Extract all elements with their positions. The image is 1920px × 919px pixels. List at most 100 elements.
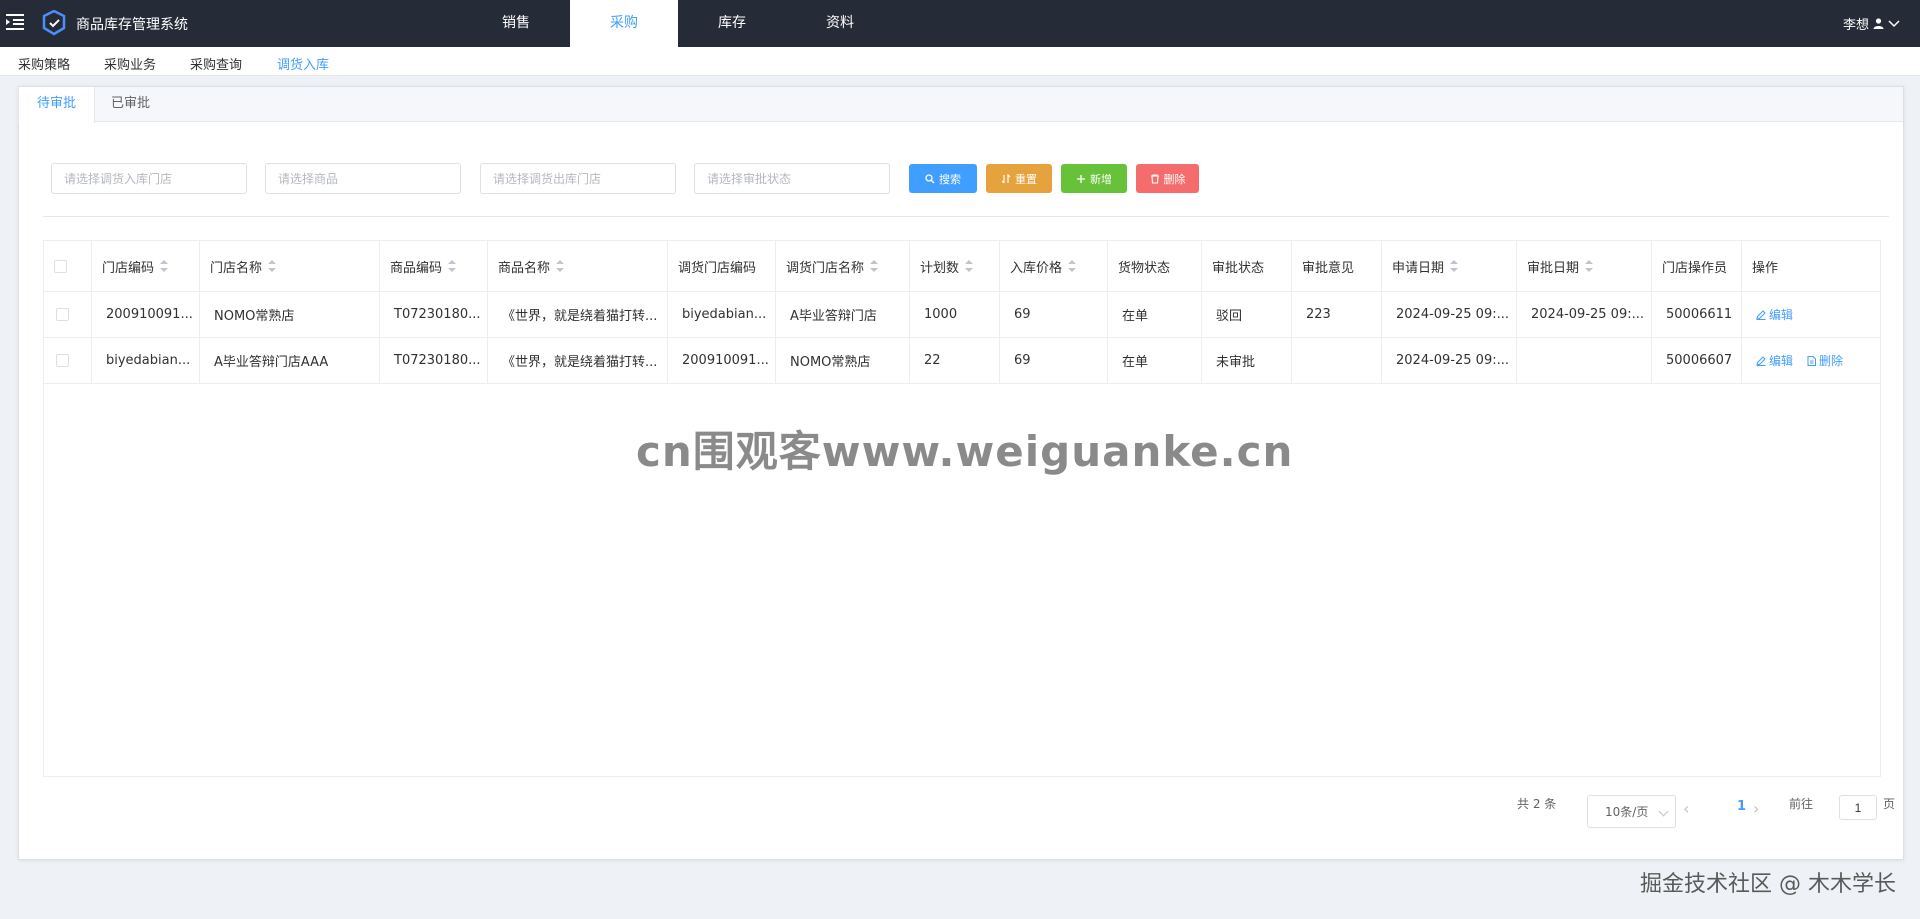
goto-label: 前往	[1789, 797, 1814, 811]
col-apply-date[interactable]: 申请日期	[1382, 241, 1517, 291]
subnav-purchase-strategy[interactable]: 采购策略	[18, 54, 70, 73]
cell-product-code: T07230180...	[380, 292, 488, 337]
sub-nav: 采购策略 采购业务 采购查询 调货入库	[0, 47, 1920, 76]
col-product-name[interactable]: 商品名称	[488, 241, 668, 291]
menu-fold-icon[interactable]	[6, 12, 24, 32]
col-goods-status-label: 货物状态	[1118, 260, 1171, 276]
add-button-label: 新增	[1090, 173, 1112, 186]
subnav-purchase-query[interactable]: 采购查询	[190, 54, 242, 73]
approval-tabs: 待审批 已审批	[18, 87, 1903, 123]
sort-icon[interactable]	[965, 260, 974, 272]
user-name: 李想	[1842, 18, 1869, 33]
tab-approved[interactable]: 已审批	[93, 87, 168, 123]
col-transfer-store-code: 调货门店编码	[668, 241, 776, 291]
select-all-cell	[44, 241, 92, 291]
watermark: cn围观客www.weiguanke.cn	[636, 427, 1294, 476]
cell-store-name: NOMO常熟店	[200, 292, 380, 337]
col-in-price[interactable]: 入库价格	[1000, 241, 1108, 291]
col-store-code[interactable]: 门店编码	[92, 241, 200, 291]
col-transfer-store-name[interactable]: 调货门店名称	[776, 241, 910, 291]
reset-button[interactable]: 重置	[986, 164, 1052, 193]
cell-product-name: 《世界，就是绕着猫打转...	[488, 338, 668, 383]
delete-link[interactable]: 删除	[1807, 352, 1843, 369]
nav-sales[interactable]: 销售	[462, 0, 570, 47]
delete-button-label: 删除	[1163, 173, 1186, 186]
col-product-code-label: 商品编码	[390, 260, 443, 276]
cell-apply-date: 2024-09-25 09:...	[1382, 292, 1517, 337]
sort-icon[interactable]	[1450, 260, 1459, 272]
row-checkbox[interactable]	[56, 354, 69, 367]
nav-inventory[interactable]: 库存	[678, 0, 786, 47]
cell-approval-status: 驳回	[1202, 292, 1292, 337]
col-in-price-label: 入库价格	[1010, 260, 1063, 276]
add-button[interactable]: 新增	[1061, 164, 1127, 193]
sort-icon	[1001, 173, 1011, 183]
edit-link[interactable]: 编辑	[1756, 352, 1793, 369]
chevron-down-icon	[1888, 19, 1900, 27]
reset-button-label: 重置	[1015, 173, 1037, 186]
cell-product-code: T07230180...	[380, 338, 488, 383]
col-approval-status-label: 审批状态	[1212, 260, 1265, 276]
nav-purchase[interactable]: 采购	[570, 0, 678, 47]
cell-operator: 50006611	[1652, 292, 1742, 337]
sort-icon[interactable]	[160, 260, 169, 272]
cell-goods-status: 在单	[1108, 338, 1202, 383]
sort-icon[interactable]	[1585, 260, 1594, 272]
col-approval-date-label: 审批日期	[1527, 260, 1580, 276]
cell-operator: 50006607	[1652, 338, 1742, 383]
out-store-select[interactable]	[480, 163, 676, 194]
next-page-icon[interactable]: ›	[1753, 799, 1759, 818]
goto-page-input[interactable]	[1839, 795, 1877, 820]
sort-icon[interactable]	[448, 260, 457, 272]
chevron-down-icon	[1658, 806, 1669, 817]
cell-plan-qty: 1000	[910, 292, 1000, 337]
col-transfer-store-code-label: 调货门店编码	[678, 260, 757, 276]
edit-link[interactable]: 编辑	[1756, 306, 1793, 323]
delete-button[interactable]: 删除	[1136, 164, 1199, 193]
search-icon	[925, 173, 935, 183]
in-store-select[interactable]	[51, 163, 247, 194]
subnav-transfer-in[interactable]: 调货入库	[277, 54, 329, 73]
col-actions: 操作	[1742, 241, 1882, 291]
transfer-table: 门店编码 门店名称 商品编码 商品名称 调货门店编码 调货门店名称 计划数 入库…	[43, 240, 1881, 777]
sort-icon[interactable]	[1068, 260, 1077, 272]
cell-transfer-store-name: A毕业答辩门店	[776, 292, 910, 337]
prev-page-icon[interactable]: ‹	[1683, 799, 1689, 818]
current-page[interactable]: 1	[1737, 799, 1746, 814]
sort-icon[interactable]	[268, 260, 277, 272]
product-select[interactable]	[265, 163, 461, 194]
select-all-checkbox[interactable]	[54, 259, 67, 273]
sort-icon[interactable]	[556, 260, 565, 272]
delete-link-label: 删除	[1819, 354, 1844, 368]
search-button-label: 搜索	[939, 173, 961, 186]
page-size-value: 10条/页	[1605, 805, 1649, 819]
subnav-purchase-business[interactable]: 采购业务	[104, 54, 156, 73]
col-operator: 门店操作员	[1652, 241, 1742, 291]
nav-data[interactable]: 资料	[786, 0, 894, 47]
col-approval-date[interactable]: 审批日期	[1517, 241, 1652, 291]
cell-transfer-store-code: 200910091...	[668, 338, 776, 383]
main-nav: 销售 采购 库存 资料	[462, 0, 894, 47]
row-select-cell	[44, 338, 92, 383]
sort-icon[interactable]	[870, 260, 879, 272]
col-plan-qty[interactable]: 计划数	[910, 241, 1000, 291]
col-store-name[interactable]: 门店名称	[200, 241, 380, 291]
row-checkbox[interactable]	[56, 308, 69, 321]
status-select[interactable]	[694, 163, 890, 194]
user-menu[interactable]: 李想	[1843, 14, 1900, 33]
cell-goods-status: 在单	[1108, 292, 1202, 337]
cell-in-price: 69	[1000, 338, 1108, 383]
search-button[interactable]: 搜索	[909, 164, 977, 193]
col-transfer-store-name-label: 调货门店名称	[786, 260, 865, 276]
cell-store-code: biyedabian...	[92, 338, 200, 383]
edit-icon	[1756, 309, 1766, 320]
col-store-name-label: 门店名称	[210, 260, 263, 276]
col-product-code[interactable]: 商品编码	[380, 241, 488, 291]
logo-icon	[42, 10, 66, 36]
tab-pending[interactable]: 待审批	[18, 87, 96, 123]
col-product-name-label: 商品名称	[498, 260, 551, 276]
row-select-cell	[44, 292, 92, 337]
page-unit-label: 页	[1883, 797, 1896, 811]
cell-plan-qty: 22	[910, 338, 1000, 383]
page-size-select[interactable]: 10条/页	[1587, 795, 1676, 828]
